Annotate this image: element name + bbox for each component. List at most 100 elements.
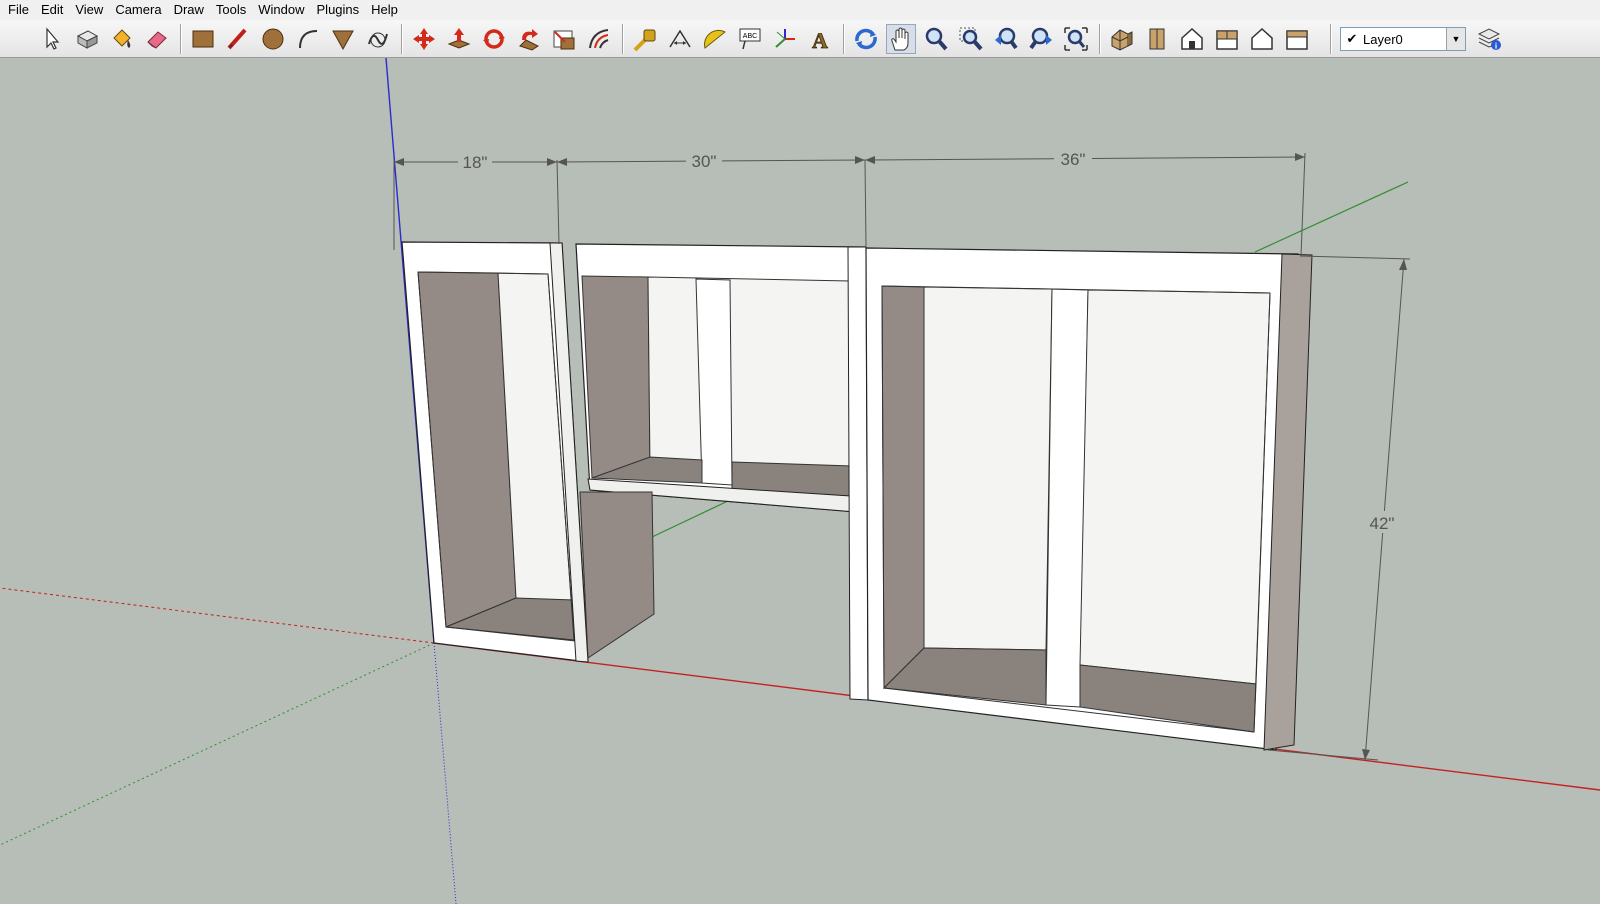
line-tool-button[interactable] bbox=[223, 24, 253, 54]
rectangle-tool-button[interactable] bbox=[188, 24, 218, 54]
rectangle-tool-icon bbox=[192, 30, 214, 48]
freehand-tool-icon bbox=[368, 32, 388, 48]
blue-axis-negative bbox=[433, 642, 457, 904]
top-view-icon bbox=[1149, 28, 1165, 50]
line-tool-icon bbox=[227, 28, 247, 50]
circle-tool-icon bbox=[262, 28, 284, 50]
previous-view-button[interactable] bbox=[991, 24, 1021, 54]
3d-text-tool-label: A bbox=[812, 28, 828, 52]
top-view-button[interactable] bbox=[1142, 24, 1172, 54]
offset-tool-icon bbox=[589, 29, 609, 49]
select-tool-icon bbox=[46, 27, 60, 50]
pan-tool-button[interactable] bbox=[886, 24, 916, 54]
green-axis-segment bbox=[1254, 181, 1409, 253]
circle-tool-button[interactable] bbox=[258, 24, 288, 54]
make-component-tool-button[interactable] bbox=[72, 24, 102, 54]
follow-me-tool-icon bbox=[519, 29, 539, 51]
zoom-window-tool-button[interactable] bbox=[956, 24, 986, 54]
polygon-tool-button[interactable] bbox=[328, 24, 358, 54]
layer-name: Layer0 bbox=[1363, 31, 1403, 47]
right-cabinet[interactable] bbox=[865, 247, 1313, 751]
zoom-tool-icon bbox=[925, 27, 948, 51]
left-cabinet[interactable] bbox=[401, 241, 589, 663]
dimension-width-3[interactable]: 36" bbox=[864, 147, 1306, 257]
front-view-icon bbox=[1181, 27, 1203, 50]
menu-plugins[interactable]: Plugins bbox=[311, 0, 366, 20]
dimension-label-30: 30" bbox=[692, 152, 717, 171]
eraser-tool-icon bbox=[147, 31, 167, 49]
zoom-extents-button[interactable] bbox=[1061, 24, 1091, 54]
paint-bucket-tool-button[interactable] bbox=[107, 24, 137, 54]
scale-tool-icon bbox=[553, 30, 575, 50]
dimension-tool-button[interactable] bbox=[665, 24, 695, 54]
menu-camera[interactable]: Camera bbox=[109, 0, 167, 20]
axes-tool-icon bbox=[775, 29, 795, 48]
paint-bucket-tool-icon bbox=[113, 29, 131, 48]
zoom-window-tool-icon bbox=[959, 27, 983, 51]
left-view-button[interactable] bbox=[1282, 24, 1312, 54]
menu-window[interactable]: Window bbox=[252, 0, 310, 20]
3d-text-tool-icon: A bbox=[812, 28, 829, 52]
arc-tool-button[interactable] bbox=[293, 24, 323, 54]
layer-manager-icon: i bbox=[1477, 28, 1501, 51]
layer-manager-button[interactable]: i bbox=[1474, 24, 1504, 54]
select-tool-button[interactable] bbox=[37, 24, 67, 54]
move-tool-button[interactable] bbox=[409, 24, 439, 54]
tape-measure-tool-icon bbox=[633, 29, 656, 52]
menu-view[interactable]: View bbox=[69, 0, 109, 20]
polygon-tool-icon bbox=[332, 30, 354, 51]
3d-text-tool-button[interactable]: A bbox=[805, 24, 835, 54]
text-tool-button[interactable]: ABC bbox=[735, 24, 765, 54]
green-axis-segment bbox=[651, 499, 731, 538]
layer-check-icon: ✔ bbox=[1346, 31, 1358, 46]
make-component-tool-icon bbox=[76, 30, 99, 49]
dimension-label-42: 42" bbox=[1370, 514, 1395, 533]
right-view-button[interactable] bbox=[1212, 24, 1242, 54]
scale-tool-button[interactable] bbox=[549, 24, 579, 54]
red-axis-negative bbox=[0, 587, 435, 644]
chevron-down-icon[interactable]: ▼ bbox=[1446, 28, 1465, 50]
iso-view-button[interactable] bbox=[1107, 24, 1137, 54]
model-viewport[interactable]: 18" 30" 36" 42" bbox=[0, 58, 1600, 904]
text-tool-label: ABC bbox=[743, 33, 757, 40]
protractor-tool-icon bbox=[704, 29, 726, 49]
back-view-button[interactable] bbox=[1247, 24, 1277, 54]
layer-dropdown[interactable]: ✔ Layer0 ▼ bbox=[1340, 27, 1466, 51]
pan-tool-icon bbox=[891, 27, 909, 51]
menu-tools[interactable]: Tools bbox=[210, 0, 252, 20]
orbit-tool-icon bbox=[855, 28, 877, 50]
zoom-extents-icon bbox=[1064, 27, 1088, 51]
menu-draw[interactable]: Draw bbox=[168, 0, 210, 20]
green-axis-negative bbox=[0, 642, 435, 846]
iso-view-icon bbox=[1111, 29, 1133, 51]
menu-bar: File Edit View Camera Draw Tools Window … bbox=[0, 0, 1600, 20]
rotate-tool-button[interactable] bbox=[479, 24, 509, 54]
move-tool-icon bbox=[413, 28, 435, 50]
back-view-icon bbox=[1251, 27, 1273, 50]
dimension-label-36: 36" bbox=[1061, 150, 1086, 169]
orbit-tool-button[interactable] bbox=[851, 24, 881, 54]
next-view-button[interactable] bbox=[1026, 24, 1056, 54]
dimension-tool-icon bbox=[669, 29, 691, 48]
right-view-icon bbox=[1216, 30, 1238, 50]
push-pull-tool-icon bbox=[447, 28, 471, 49]
freehand-tool-button[interactable] bbox=[363, 24, 393, 54]
middle-cabinet[interactable] bbox=[575, 243, 869, 701]
rotate-tool-icon bbox=[483, 29, 505, 49]
text-tool-icon: ABC bbox=[739, 28, 761, 50]
front-view-button[interactable] bbox=[1177, 24, 1207, 54]
menu-help[interactable]: Help bbox=[365, 0, 404, 20]
follow-me-tool-button[interactable] bbox=[514, 24, 544, 54]
menu-edit[interactable]: Edit bbox=[35, 0, 69, 20]
dimension-label-18: 18" bbox=[463, 153, 488, 172]
tape-measure-tool-button[interactable] bbox=[630, 24, 660, 54]
offset-tool-button[interactable] bbox=[584, 24, 614, 54]
dimension-width-1[interactable]: 18" bbox=[393, 151, 560, 250]
dimension-width-2[interactable]: 30" bbox=[556, 150, 867, 247]
eraser-tool-button[interactable] bbox=[142, 24, 172, 54]
axes-tool-button[interactable] bbox=[770, 24, 800, 54]
push-pull-tool-button[interactable] bbox=[444, 24, 474, 54]
zoom-tool-button[interactable] bbox=[921, 24, 951, 54]
menu-file[interactable]: File bbox=[0, 0, 35, 20]
protractor-tool-button[interactable] bbox=[700, 24, 730, 54]
